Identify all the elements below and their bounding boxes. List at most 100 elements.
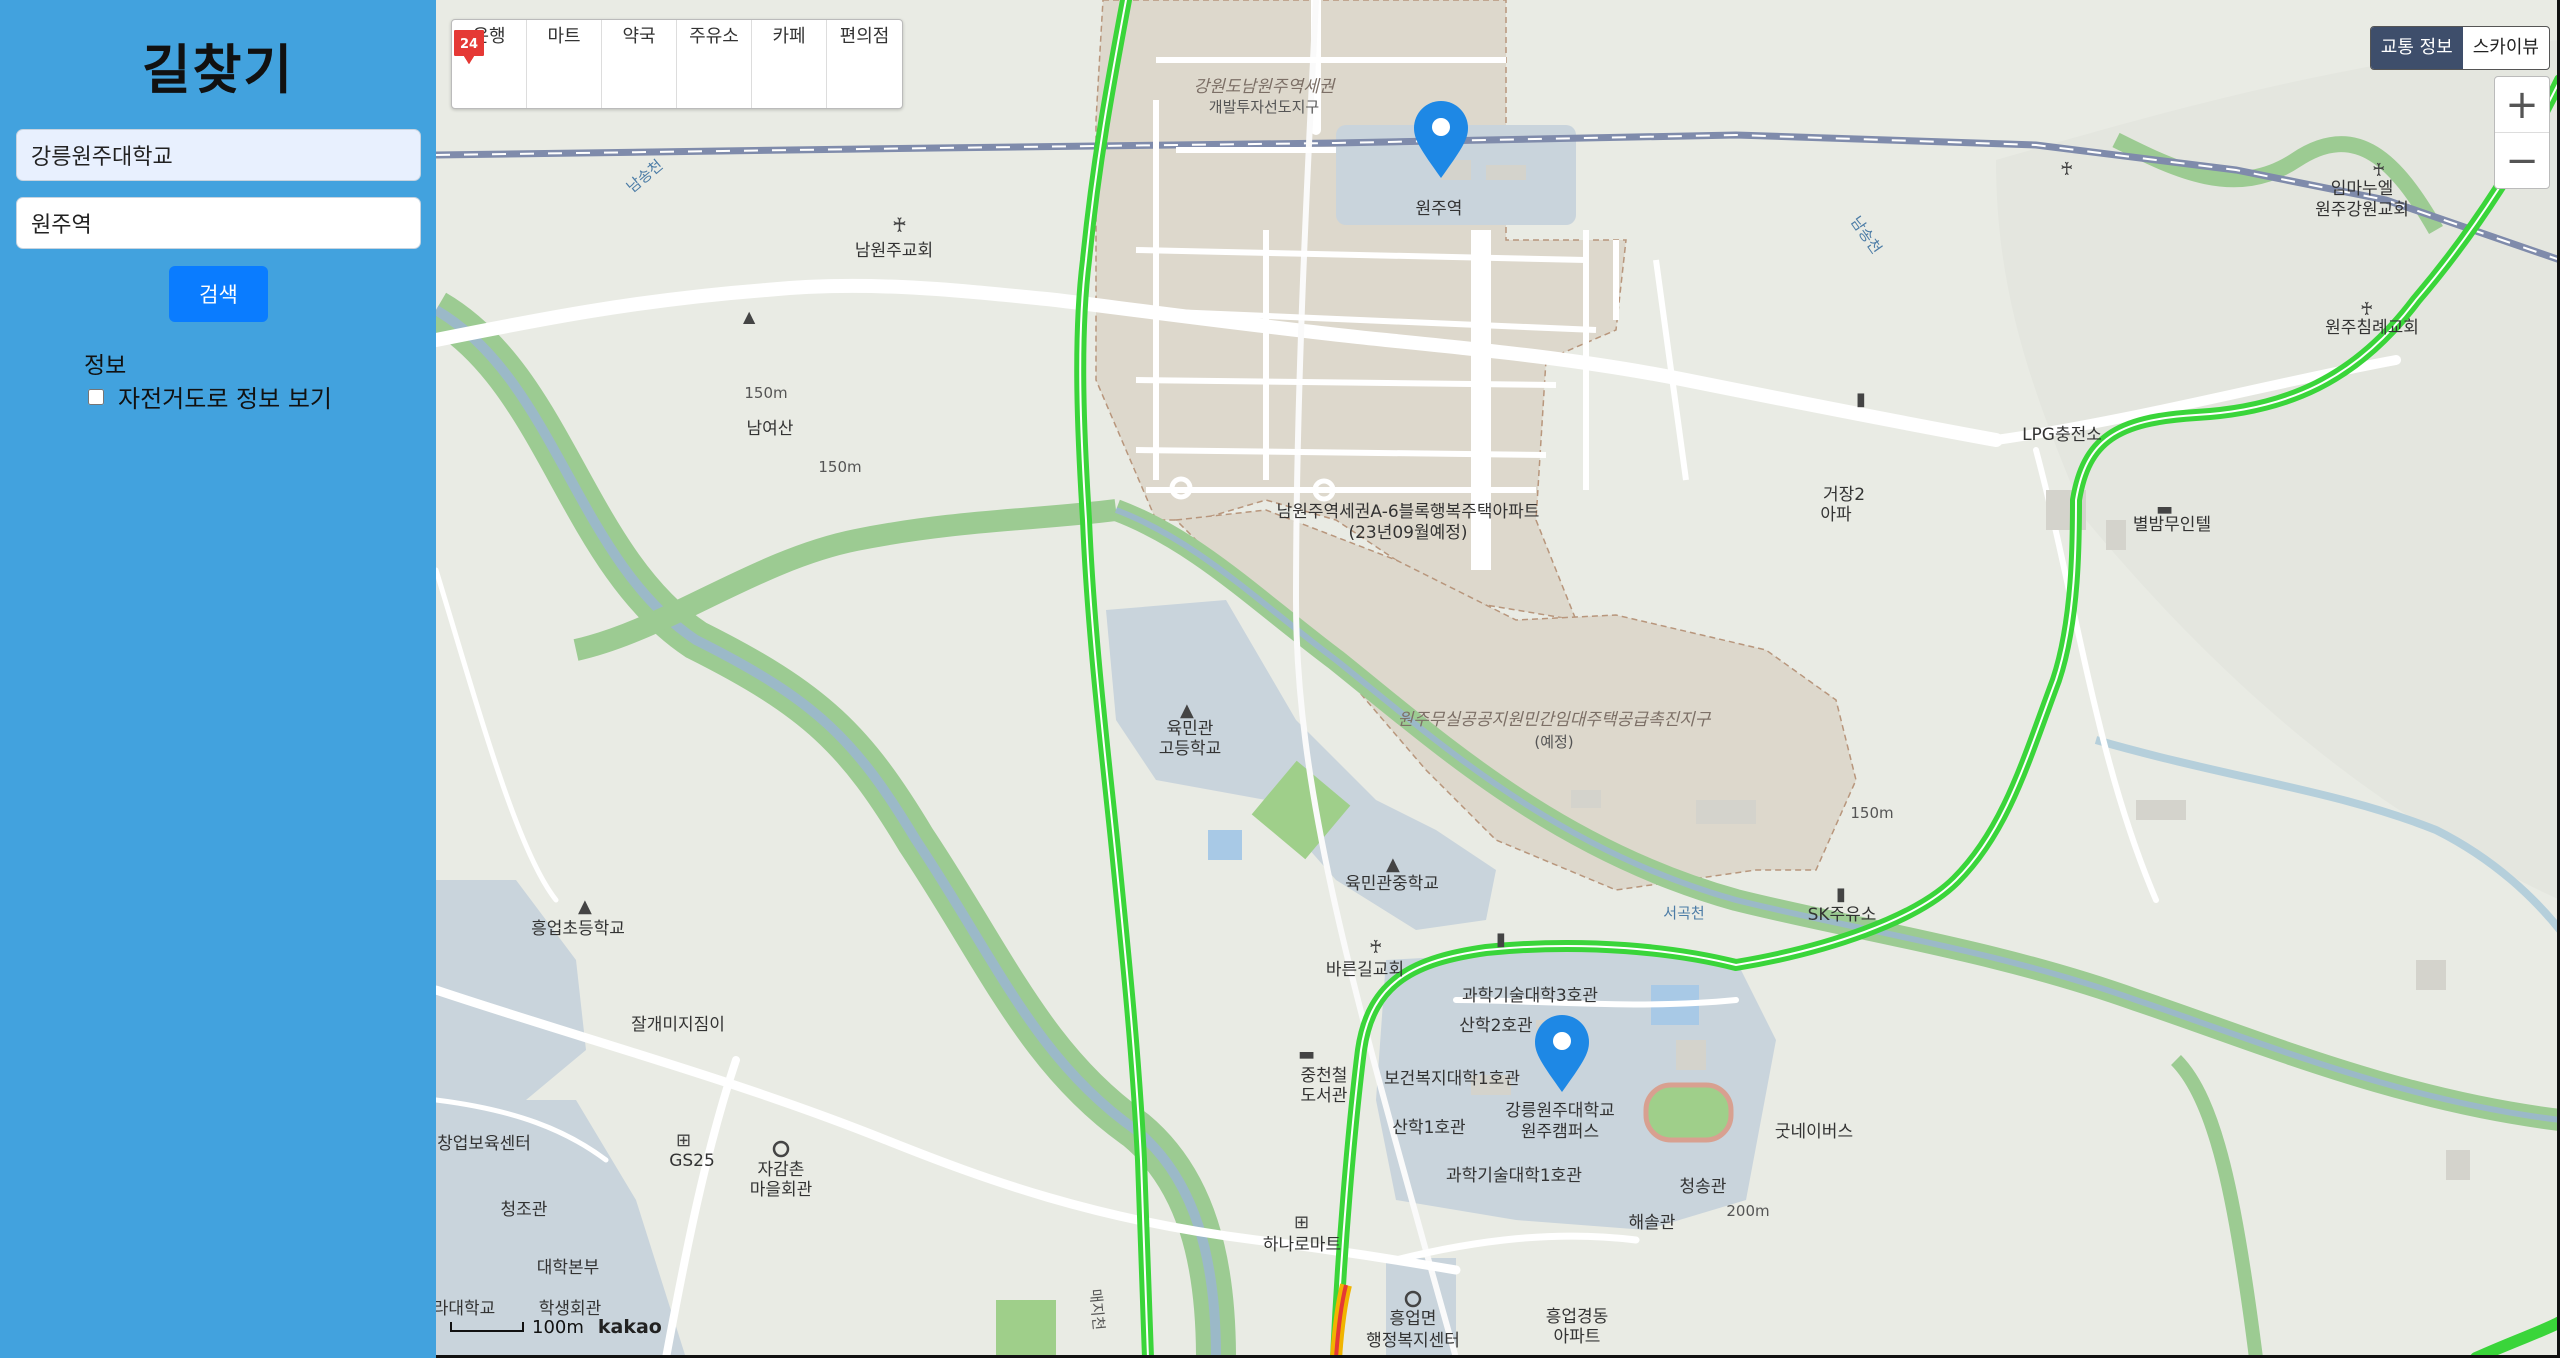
svg-text:남여산: 남여산 — [747, 419, 794, 439]
svg-text:♰: ♰ — [2060, 159, 2073, 180]
svg-text:▮: ▮ — [1496, 929, 1506, 950]
category-label: 카페 — [772, 26, 806, 47]
svg-text:⊞: ⊞ — [1294, 1212, 1309, 1233]
svg-text:(23년09월예정): (23년09월예정) — [1348, 523, 1467, 543]
map-type-toggle: 교통 정보 스카이뷰 — [2369, 26, 2550, 70]
svg-text:원주캠퍼스: 원주캠퍼스 — [1521, 1122, 1599, 1142]
svg-text:▲: ▲ — [743, 307, 756, 326]
svg-text:바른길교회: 바른길교회 — [1326, 960, 1404, 980]
svg-text:24: 24 — [460, 37, 478, 52]
zoom-out-button[interactable]: − — [2495, 133, 2549, 188]
svg-text:▮: ▮ — [1856, 389, 1866, 410]
bike-road-checkbox[interactable] — [88, 388, 104, 405]
category-convenience-store[interactable]: 24 편의점 — [454, 20, 902, 108]
info-heading: 정보 — [84, 353, 127, 379]
svg-text:150m: 150m — [818, 458, 861, 476]
svg-text:♰: ♰ — [1369, 937, 1382, 958]
svg-text:150m: 150m — [1850, 804, 1893, 822]
category-label: 주유소 — [689, 26, 739, 47]
page-title: 길찾기 — [141, 40, 295, 101]
svg-text:원주역: 원주역 — [1416, 199, 1463, 219]
svg-text:200m: 200m — [1726, 1202, 1769, 1220]
svg-text:▬: ▬ — [1298, 1044, 1315, 1065]
svg-text:♰: ♰ — [2372, 160, 2385, 181]
svg-text:거장2: 거장2 — [1823, 485, 1865, 505]
map-canvas[interactable]: ♰ ▲ ▲ ▲ ♰ ▲ ♰ ♰ ♰ ▮ ▬ ▮ ▮ ▬ ⊞ ⊞ 강원도남원주역세… — [436, 0, 2560, 1358]
svg-text:SK주유소: SK주유소 — [1808, 905, 1877, 925]
svg-text:흥업초등학교: 흥업초등학교 — [531, 919, 625, 939]
kakao-logo: kakao — [597, 1316, 662, 1338]
church-icon: ♰ — [892, 213, 907, 237]
map-view[interactable]: ♰ ▲ ▲ ▲ ♰ ▲ ♰ ♰ ♰ ▮ ▬ ▮ ▮ ▬ ⊞ ⊞ 강원도남원주역세… — [436, 0, 2560, 1358]
svg-text:대학본부: 대학본부 — [537, 1258, 600, 1278]
svg-text:남원주역세권A-6블록행복주택아파트: 남원주역세권A-6블록행복주택아파트 — [1277, 502, 1540, 522]
svg-text:굿네이버스: 굿네이버스 — [1775, 1122, 1853, 1142]
scale-label: 100m — [532, 1316, 584, 1338]
svg-text:하나로마트: 하나로마트 — [1263, 1235, 1341, 1255]
svg-text:▮: ▮ — [1836, 884, 1846, 905]
svg-text:육민관중학교: 육민관중학교 — [1345, 874, 1439, 894]
svg-text:흥업면: 흥업면 — [1390, 1309, 1437, 1329]
skyview-button[interactable]: 스카이뷰 — [2463, 27, 2549, 69]
svg-text:과학기술대학1호관: 과학기술대학1호관 — [1446, 1166, 1582, 1186]
svg-text:150m: 150m — [744, 384, 787, 402]
scale-bar — [450, 1322, 524, 1332]
svg-text:흥업경동: 흥업경동 — [1546, 1307, 1609, 1327]
origin-input[interactable] — [16, 129, 421, 181]
map-scale: 100m kakao — [450, 1316, 662, 1338]
traffic-info-button[interactable]: 교통 정보 — [2370, 27, 2463, 69]
svg-text:원주강원교회: 원주강원교회 — [2315, 200, 2409, 220]
svg-text:창업보육센터: 창업보육센터 — [437, 1134, 531, 1154]
category-cafe[interactable]: 카페 — [454, 20, 827, 108]
svg-text:고등학교: 고등학교 — [1159, 739, 1222, 759]
svg-text:개발투자선도지구: 개발투자선도지구 — [1209, 98, 1319, 116]
svg-text:(예정): (예정) — [1534, 733, 1573, 751]
convenience-store-icon: 24 — [454, 30, 484, 64]
svg-text:해솔관: 해솔관 — [1629, 1213, 1676, 1233]
svg-text:아파트: 아파트 — [1554, 1327, 1601, 1347]
svg-text:자감촌: 자감촌 — [758, 1160, 805, 1180]
search-button[interactable]: 검색 — [169, 266, 268, 322]
svg-text:강원도남원주역세권: 강원도남원주역세권 — [1194, 77, 1337, 97]
zoom-control: + − — [2494, 76, 2550, 189]
destination-input[interactable] — [16, 197, 421, 249]
svg-text:♰: ♰ — [2360, 299, 2373, 320]
svg-text:보건복지대학1호관: 보건복지대학1호관 — [1384, 1069, 1520, 1089]
svg-text:별밤무인텔: 별밤무인텔 — [2133, 515, 2211, 535]
category-label: 편의점 — [839, 26, 890, 47]
svg-text:▲: ▲ — [1386, 854, 1400, 875]
zoom-in-button[interactable]: + — [2495, 77, 2549, 133]
sidebar: 길찾기 검색 정보 자전거도로 정보 보기 — [0, 0, 436, 1358]
bike-road-label: 자전거도로 정보 보기 — [118, 385, 332, 413]
svg-text:남원주교회: 남원주교회 — [855, 241, 933, 261]
svg-text:매지천: 매지천 — [1086, 1288, 1108, 1331]
svg-text:중천철: 중천철 — [1301, 1066, 1348, 1086]
svg-text:LPG충전소: LPG충전소 — [2022, 425, 2102, 445]
svg-text:육민관: 육민관 — [1167, 719, 1214, 739]
bike-road-option[interactable]: 자전거도로 정보 보기 — [88, 379, 332, 414]
svg-text:아파: 아파 — [1820, 505, 1852, 525]
category-toolbar: ₩ 은행 마트 약국 — [451, 19, 903, 109]
svg-text:마을회관: 마을회관 — [750, 1180, 813, 1200]
svg-text:GS25: GS25 — [669, 1151, 715, 1171]
svg-text:⊞: ⊞ — [676, 1130, 691, 1151]
category-gas-station[interactable]: 주유소 — [454, 20, 752, 108]
svg-text:산학2호관: 산학2호관 — [1459, 1016, 1532, 1036]
svg-text:과학기술대학3호관: 과학기술대학3호관 — [1462, 986, 1598, 1006]
category-pharmacy[interactable]: 약국 — [454, 20, 677, 108]
svg-text:원주무실공공지원민간임대주택공급촉진지구: 원주무실공공지원민간임대주택공급촉진지구 — [1398, 710, 1712, 730]
category-label: 마트 — [547, 26, 581, 47]
category-mart[interactable]: 마트 — [454, 20, 602, 108]
svg-text:산학1호관: 산학1호관 — [1392, 1118, 1465, 1138]
svg-text:강릉원주대학교: 강릉원주대학교 — [1505, 1101, 1614, 1121]
svg-text:도서관: 도서관 — [1301, 1086, 1348, 1106]
svg-text:임마누엘: 임마누엘 — [2331, 179, 2394, 199]
svg-text:▲: ▲ — [1180, 700, 1194, 721]
svg-text:서곡천: 서곡천 — [1663, 904, 1704, 922]
category-label: 약국 — [622, 26, 656, 47]
svg-text:잘개미지짐이: 잘개미지짐이 — [631, 1015, 725, 1035]
svg-text:청송관: 청송관 — [1680, 1177, 1727, 1197]
svg-text:▲: ▲ — [578, 896, 592, 917]
svg-text:원주침례교회: 원주침례교회 — [2325, 318, 2419, 338]
svg-text:청조관: 청조관 — [501, 1200, 548, 1220]
